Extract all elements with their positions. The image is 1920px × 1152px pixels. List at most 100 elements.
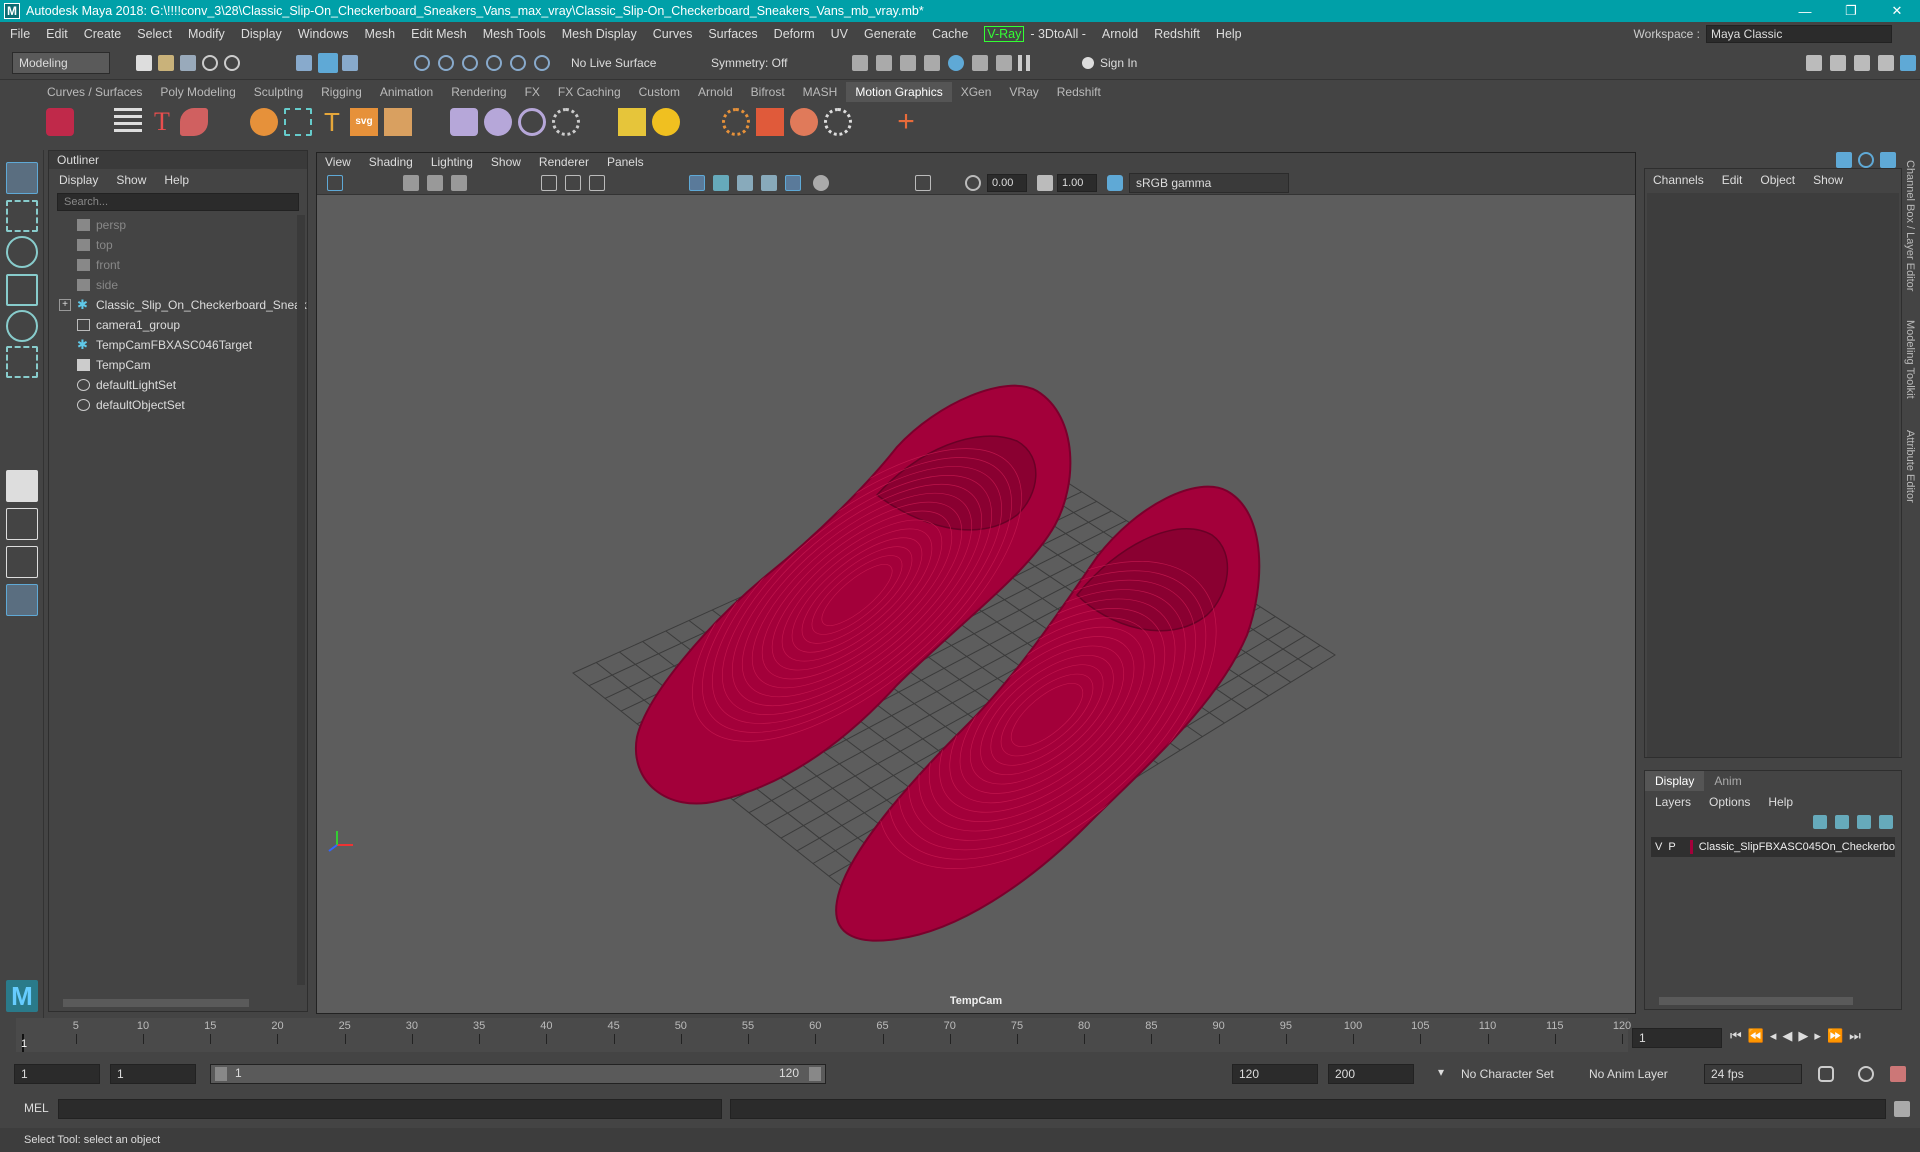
- resolution-gate-icon[interactable]: [589, 175, 605, 191]
- snowflake-icon[interactable]: [824, 108, 852, 136]
- go-to-end-icon[interactable]: ⏭: [1849, 1028, 1861, 1044]
- character-set-dropdown[interactable]: No Character Set: [1454, 1064, 1568, 1084]
- textured-icon[interactable]: [761, 175, 777, 191]
- ring-icon[interactable]: [518, 108, 546, 136]
- four-view-layout-icon[interactable]: [6, 508, 38, 540]
- character-set-icon[interactable]: ▾: [1438, 1065, 1444, 1079]
- tool-settings-icon[interactable]: [1878, 55, 1894, 71]
- plus-icon[interactable]: +: [892, 107, 920, 137]
- side-tab-channel-box[interactable]: Channel Box / Layer Editor: [1904, 160, 1916, 291]
- new-scene-icon[interactable]: [136, 55, 152, 71]
- bookmark-icon[interactable]: [427, 175, 443, 191]
- outliner-menu-show[interactable]: Show: [116, 173, 146, 187]
- outliner-item-default-object-set[interactable]: defaultObjectSet: [77, 395, 185, 415]
- mode-dropdown[interactable]: Modeling: [12, 52, 110, 74]
- rotate-tool-icon[interactable]: [6, 310, 38, 342]
- playback-start-field[interactable]: 1: [110, 1064, 196, 1084]
- menu-arnold[interactable]: Arnold: [1102, 27, 1138, 41]
- menu-windows[interactable]: Windows: [298, 27, 349, 41]
- time-slider[interactable]: 5 10 15 20 25 30 35 40 45 50 55 60 65 70 75 80 85 90 95 100…: [16, 1018, 1631, 1052]
- side-tab-attribute-editor[interactable]: Attribute Editor: [1904, 430, 1916, 503]
- select-component-icon[interactable]: [342, 55, 358, 71]
- step-back-frame-icon[interactable]: ◂: [1770, 1028, 1777, 1044]
- select-hierarchy-icon[interactable]: [296, 55, 312, 71]
- exposure-field[interactable]: 0.00: [987, 174, 1027, 192]
- layer-tab-display[interactable]: Display: [1645, 771, 1705, 791]
- shelf-tab-poly-modeling[interactable]: Poly Modeling: [151, 82, 244, 102]
- shelf-tab-curves-surfaces[interactable]: Curves / Surfaces: [38, 82, 151, 102]
- channelbox-toggle-icon[interactable]: [1836, 152, 1852, 168]
- shelf-tab-redshift[interactable]: Redshift: [1048, 82, 1110, 102]
- range-start-handle[interactable]: [215, 1067, 227, 1081]
- wireframe-icon[interactable]: [689, 175, 705, 191]
- magnet-icon[interactable]: [450, 108, 478, 136]
- step-forward-frame-icon[interactable]: ▸: [1814, 1028, 1821, 1044]
- menu-uv[interactable]: UV: [831, 27, 848, 41]
- ipr-render-icon[interactable]: [900, 55, 916, 71]
- shelf-tab-custom[interactable]: Custom: [630, 82, 689, 102]
- current-frame-field[interactable]: 1: [1632, 1028, 1722, 1048]
- anim-layer-dropdown[interactable]: No Anim Layer: [1582, 1064, 1688, 1084]
- gamma-icon[interactable]: [1037, 175, 1053, 191]
- gamma-field[interactable]: 1.00: [1057, 174, 1097, 192]
- viewport-menu-view[interactable]: View: [325, 153, 351, 171]
- camera-attributes-icon[interactable]: [403, 175, 419, 191]
- side-tab-modeling-toolkit[interactable]: Modeling Toolkit: [1904, 320, 1916, 399]
- outliner-menu-help[interactable]: Help: [164, 173, 189, 187]
- step-forward-key-icon[interactable]: ⏩: [1827, 1028, 1843, 1044]
- menu-display[interactable]: Display: [241, 27, 282, 41]
- layer-visibility-toggle[interactable]: V: [1655, 841, 1662, 853]
- shelf-tab-xgen[interactable]: XGen: [952, 82, 1001, 102]
- live-surface-field[interactable]: No Live Surface: [564, 52, 664, 74]
- shelf-tab-arnold[interactable]: Arnold: [689, 82, 742, 102]
- outliner-item-default-light-set[interactable]: defaultLightSet: [77, 375, 176, 395]
- xray-icon[interactable]: [785, 175, 801, 191]
- menu-curves[interactable]: Curves: [653, 27, 693, 41]
- exposure-icon[interactable]: [965, 175, 981, 191]
- snap-curve-icon[interactable]: [438, 55, 454, 71]
- menu-redshift[interactable]: Redshift: [1154, 27, 1200, 41]
- menu-select[interactable]: Select: [137, 27, 172, 41]
- animation-start-field[interactable]: 1: [14, 1064, 100, 1084]
- render-frame-icon[interactable]: [852, 55, 868, 71]
- menu-create[interactable]: Create: [84, 27, 122, 41]
- burst-icon[interactable]: [722, 108, 750, 136]
- step-back-key-icon[interactable]: ⏪: [1748, 1028, 1764, 1044]
- sphere-icon[interactable]: [250, 108, 278, 136]
- select-tool-icon[interactable]: [6, 162, 38, 194]
- menu-vray[interactable]: V-Ray: [984, 26, 1025, 42]
- outliner-item-persp[interactable]: persp: [77, 215, 126, 235]
- play-backward-icon[interactable]: ◀: [1782, 1028, 1792, 1044]
- vray-tools-icon[interactable]: [996, 55, 1012, 71]
- paint-effects-icon[interactable]: [180, 108, 208, 136]
- viewport-menu-renderer[interactable]: Renderer: [539, 153, 589, 171]
- outliner-menu-display[interactable]: Display: [59, 173, 98, 187]
- new-layer-from-selection-icon[interactable]: [1879, 815, 1893, 829]
- viewport-menu-lighting[interactable]: Lighting: [431, 153, 473, 171]
- type-tool-icon[interactable]: T: [148, 108, 176, 136]
- select-camera-icon[interactable]: [327, 175, 343, 191]
- layer-color-swatch[interactable]: [1689, 840, 1693, 854]
- menu-file[interactable]: File: [10, 27, 30, 41]
- script-editor-icon[interactable]: [1894, 1101, 1910, 1117]
- hypershade-icon[interactable]: [948, 55, 964, 71]
- menu-help[interactable]: Help: [1216, 27, 1242, 41]
- playback-end-field[interactable]: 120: [1232, 1064, 1318, 1084]
- channelbox-menu-object[interactable]: Object: [1760, 173, 1795, 187]
- svg-icon[interactable]: svg: [350, 108, 378, 136]
- grid-icon[interactable]: [541, 175, 557, 191]
- shelf-tab-rigging[interactable]: Rigging: [312, 82, 371, 102]
- film-gate-icon[interactable]: [565, 175, 581, 191]
- menu-modify[interactable]: Modify: [188, 27, 225, 41]
- viewport-menu-show[interactable]: Show: [491, 153, 521, 171]
- image-plane-icon[interactable]: [451, 175, 467, 191]
- smooth-shade-icon[interactable]: [713, 175, 729, 191]
- menu-mesh-tools[interactable]: Mesh Tools: [483, 27, 546, 41]
- display-layer-row[interactable]: V P Classic_SlipFBXASC045On_Checkerbo: [1651, 837, 1895, 857]
- viewport-menu-shading[interactable]: Shading: [369, 153, 413, 171]
- text-icon[interactable]: T: [318, 108, 346, 136]
- shelf-tab-mash[interactable]: MASH: [794, 82, 847, 102]
- outliner-item-front[interactable]: front: [77, 255, 120, 275]
- menu-generate[interactable]: Generate: [864, 27, 916, 41]
- menu-3dtoall[interactable]: - 3DtoAll -: [1030, 27, 1086, 41]
